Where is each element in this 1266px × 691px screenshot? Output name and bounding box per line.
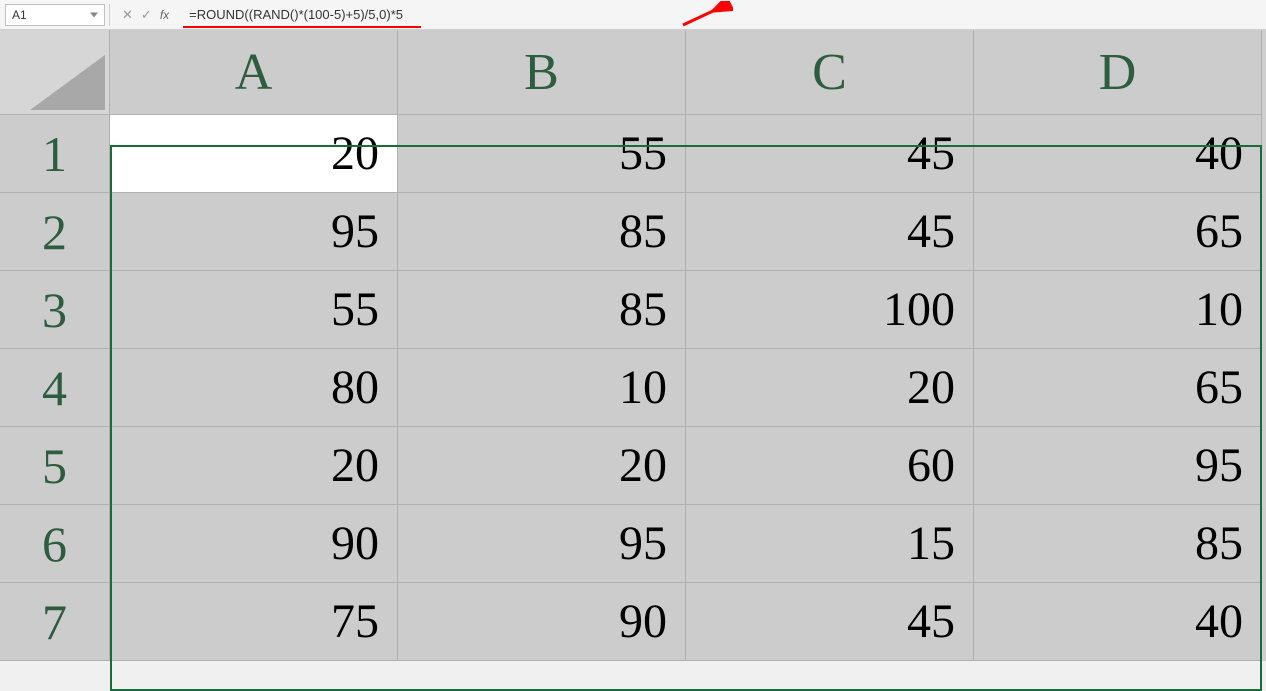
row-header-5[interactable]: 5 bbox=[0, 427, 110, 505]
column-header-row: A B C D bbox=[0, 30, 1266, 115]
table-row: 3 55 85 100 10 bbox=[0, 271, 1266, 349]
cell-a4[interactable]: 80 bbox=[110, 349, 398, 427]
cell-b3[interactable]: 85 bbox=[398, 271, 686, 349]
row-header-2[interactable]: 2 bbox=[0, 193, 110, 271]
cell-b1[interactable]: 55 bbox=[398, 115, 686, 193]
name-box[interactable]: A1 bbox=[5, 4, 105, 26]
formula-bar-buttons: ✕ ✓ fx bbox=[114, 7, 183, 23]
cell-b7[interactable]: 90 bbox=[398, 583, 686, 661]
row-header-3[interactable]: 3 bbox=[0, 271, 110, 349]
formula-text: =ROUND((RAND()*(100-5)+5)/5,0)*5 bbox=[189, 7, 403, 22]
table-row: 4 80 10 20 65 bbox=[0, 349, 1266, 427]
cell-c5[interactable]: 60 bbox=[686, 427, 974, 505]
divider bbox=[109, 4, 110, 26]
row-header-4[interactable]: 4 bbox=[0, 349, 110, 427]
column-header-d[interactable]: D bbox=[974, 30, 1262, 115]
cell-d4[interactable]: 65 bbox=[974, 349, 1262, 427]
cell-a5[interactable]: 20 bbox=[110, 427, 398, 505]
cell-b5[interactable]: 20 bbox=[398, 427, 686, 505]
cell-c2[interactable]: 45 bbox=[686, 193, 974, 271]
formula-input[interactable]: =ROUND((RAND()*(100-5)+5)/5,0)*5 bbox=[183, 4, 1261, 26]
cell-d2[interactable]: 65 bbox=[974, 193, 1262, 271]
cell-c1[interactable]: 45 bbox=[686, 115, 974, 193]
annotation-arrow-icon bbox=[678, 1, 733, 31]
cell-a2[interactable]: 95 bbox=[110, 193, 398, 271]
cell-d1[interactable]: 40 bbox=[974, 115, 1262, 193]
cell-d6[interactable]: 85 bbox=[974, 505, 1262, 583]
row-header-1[interactable]: 1 bbox=[0, 115, 110, 193]
cell-b2[interactable]: 85 bbox=[398, 193, 686, 271]
column-header-a[interactable]: A bbox=[110, 30, 398, 115]
cell-c4[interactable]: 20 bbox=[686, 349, 974, 427]
column-header-c[interactable]: C bbox=[686, 30, 974, 115]
cell-a7[interactable]: 75 bbox=[110, 583, 398, 661]
formula-bar: A1 ✕ ✓ fx =ROUND((RAND()*(100-5)+5)/5,0)… bbox=[0, 0, 1266, 30]
table-row: 5 20 20 60 95 bbox=[0, 427, 1266, 505]
select-all-corner[interactable] bbox=[0, 30, 110, 115]
cancel-icon[interactable]: ✕ bbox=[122, 7, 133, 23]
cell-c3[interactable]: 100 bbox=[686, 271, 974, 349]
table-row: 1 20 55 45 40 bbox=[0, 115, 1266, 193]
cell-reference-text: A1 bbox=[12, 8, 27, 22]
cell-a6[interactable]: 90 bbox=[110, 505, 398, 583]
column-header-b[interactable]: B bbox=[398, 30, 686, 115]
table-row: 2 95 85 45 65 bbox=[0, 193, 1266, 271]
annotation-underline bbox=[183, 26, 421, 28]
cell-d7[interactable]: 40 bbox=[974, 583, 1262, 661]
table-row: 7 75 90 45 40 bbox=[0, 583, 1266, 661]
row-header-6[interactable]: 6 bbox=[0, 505, 110, 583]
cell-c7[interactable]: 45 bbox=[686, 583, 974, 661]
row-header-7[interactable]: 7 bbox=[0, 583, 110, 661]
cell-b6[interactable]: 95 bbox=[398, 505, 686, 583]
cell-d3[interactable]: 10 bbox=[974, 271, 1262, 349]
cell-a3[interactable]: 55 bbox=[110, 271, 398, 349]
cell-a1[interactable]: 20 bbox=[110, 115, 398, 193]
fx-icon[interactable]: fx bbox=[160, 8, 175, 22]
cell-d5[interactable]: 95 bbox=[974, 427, 1262, 505]
enter-icon[interactable]: ✓ bbox=[141, 7, 152, 23]
table-row: 6 90 95 15 85 bbox=[0, 505, 1266, 583]
cell-c6[interactable]: 15 bbox=[686, 505, 974, 583]
cell-b4[interactable]: 10 bbox=[398, 349, 686, 427]
spreadsheet: A B C D 1 20 55 45 40 2 95 85 45 65 3 55… bbox=[0, 30, 1266, 661]
